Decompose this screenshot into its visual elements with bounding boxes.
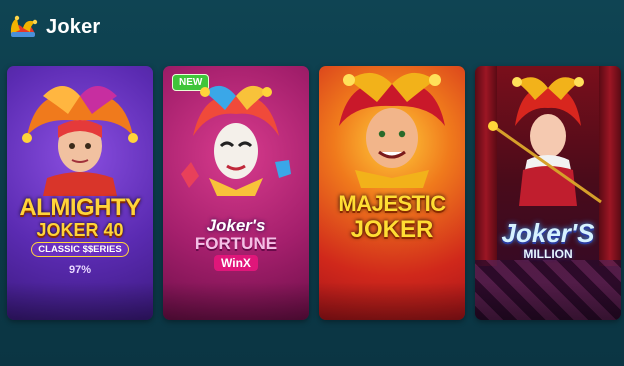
game-list: ALMIGHTY JOKER 40 CLASSIC $$ERIES 97% NE…: [7, 66, 621, 320]
jester-mask-icon: [181, 85, 291, 196]
game-variant-label: WinX: [163, 255, 309, 271]
game-subtitle: JOKER: [350, 216, 434, 243]
game-rtp: 97%: [68, 264, 92, 276]
game-title: Joker'S: [501, 218, 595, 248]
card-shade: [475, 282, 621, 320]
card-shade: [7, 282, 153, 320]
game-title: MAJESTIC: [338, 191, 446, 216]
page-title: Joker: [46, 15, 101, 38]
jester-character-icon: [339, 72, 445, 188]
game-card-jokers-million[interactable]: Joker'S MILLION: [475, 66, 621, 320]
game-title: ALMIGHTY: [19, 194, 141, 221]
game-subtitle: FORTUNE: [194, 234, 278, 253]
jester-character-icon: [22, 86, 138, 196]
page-header: Joker: [8, 10, 100, 44]
game-card-jokers-fortune[interactable]: NEW Joker's FORTUNE WinX: [163, 66, 309, 320]
jester-hat-icon: [10, 15, 38, 37]
game-card-almighty-joker-40[interactable]: ALMIGHTY JOKER 40 CLASSIC $$ERIES 97%: [7, 66, 153, 320]
game-subtitle: MILLION: [523, 247, 573, 261]
jester-character-icon: [488, 77, 602, 206]
game-series-label: CLASSIC $$ERIES: [7, 242, 153, 257]
card-shade: [319, 282, 465, 320]
game-subtitle: JOKER 40: [36, 220, 124, 240]
game-card-majestic-joker[interactable]: MAJESTIC JOKER: [319, 66, 465, 320]
card-shade: [163, 282, 309, 320]
game-title: Joker's: [206, 216, 266, 235]
